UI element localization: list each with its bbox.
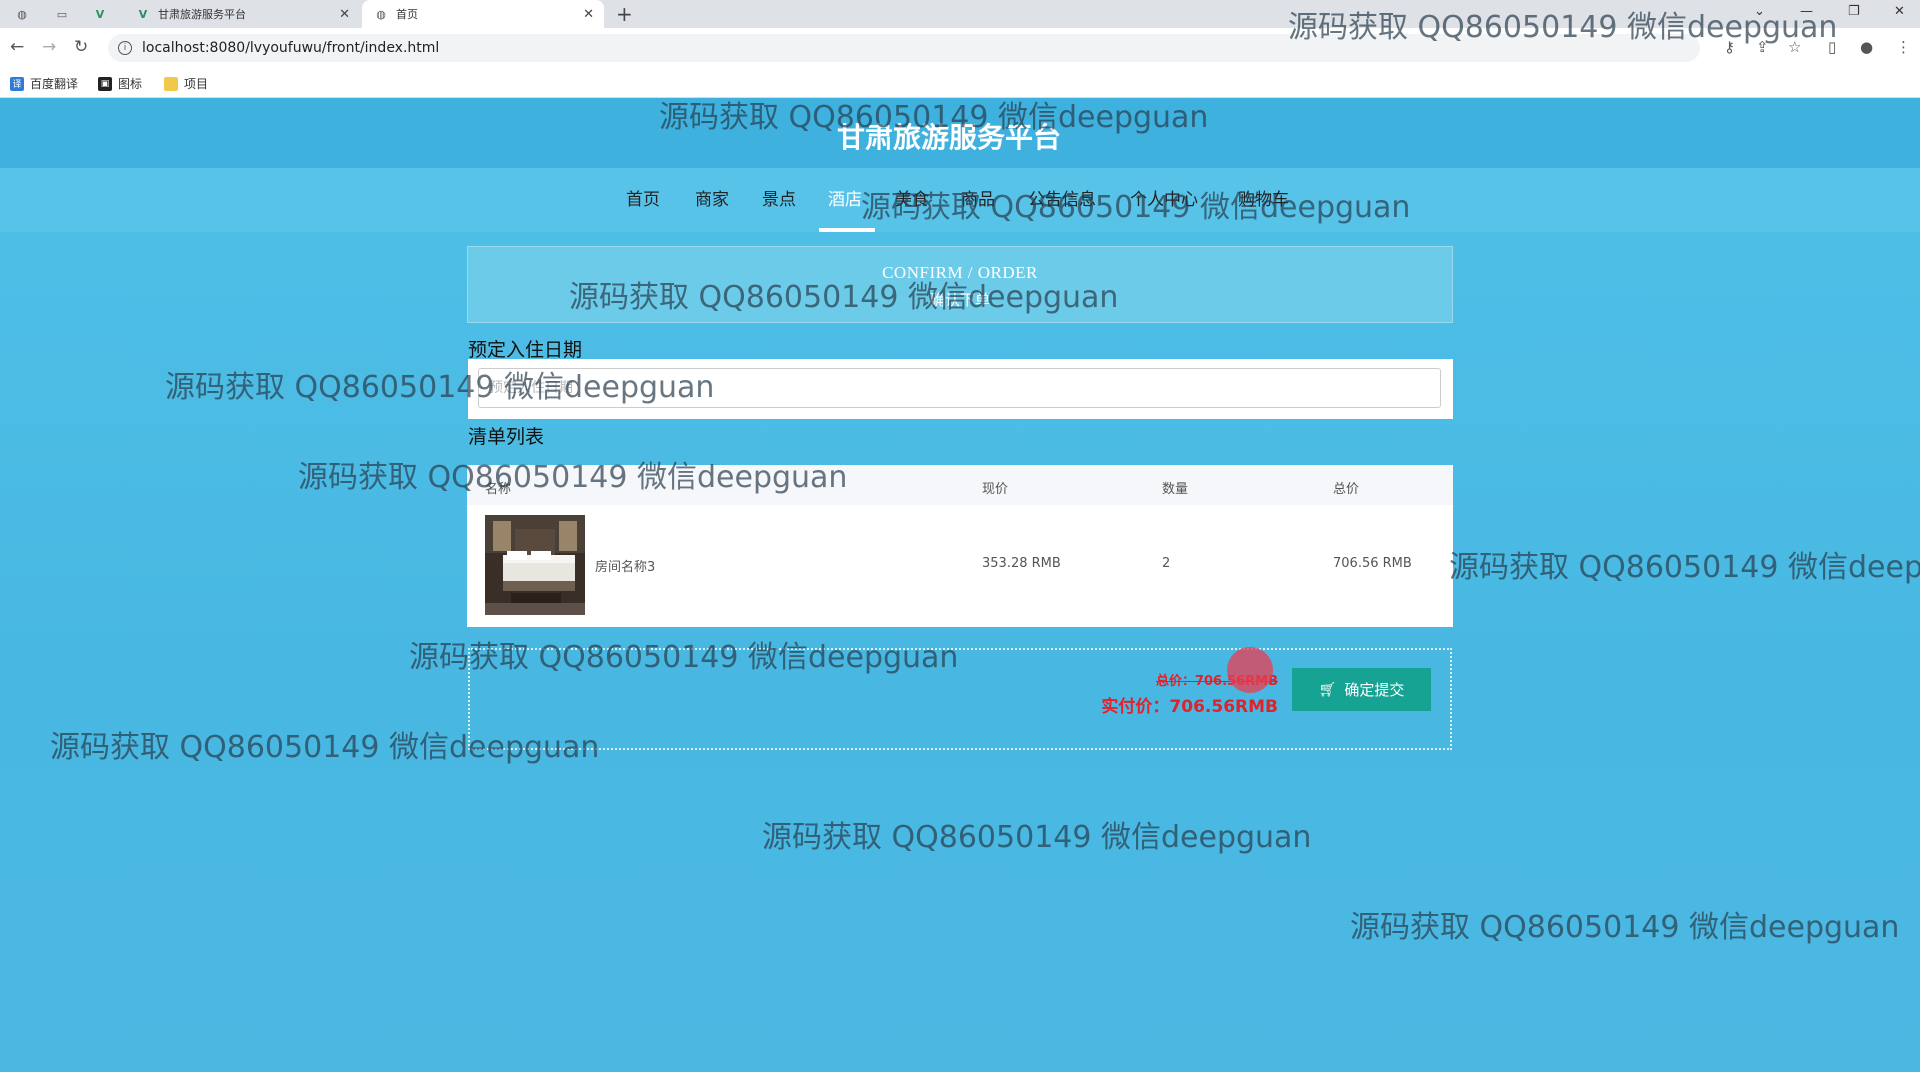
nav-attractions[interactable]: 景点 [762,185,796,210]
submit-order-button[interactable]: 🛒︎ 确定提交 [1292,668,1431,711]
profile-icon[interactable]: ● [1860,38,1873,56]
actual-price: 实付价：706.56RMB [1101,697,1278,717]
room-price: 353.28 RMB [982,556,1061,571]
blank-tab-icon[interactable]: ▭ [54,6,70,22]
info-icon[interactable]: i [118,41,132,55]
url-text: localhost:8080/lvyoufuwu/front/index.htm… [142,40,440,56]
nav-home[interactable]: 首页 [626,185,660,210]
restore-icon[interactable]: ❐ [1848,4,1860,19]
tab-title: 首页 [396,8,418,21]
close-icon[interactable]: ✕ [583,7,594,22]
vue-logo-icon: V [138,7,148,21]
room-qty: 2 [1162,556,1171,571]
bookmark-icons[interactable]: ▣ 图标 [98,75,142,92]
window-close-icon[interactable]: ✕ [1894,4,1905,19]
translate-icon: 译 [10,76,24,91]
new-tab-plus-icon[interactable]: + [616,2,633,26]
bookmark-label: 项目 [184,77,209,91]
tab-gansu-platform[interactable]: V 甘肃旅游服务平台 ✕ [124,0,360,28]
cart-icon: 🛒︎ [1318,681,1337,698]
header-qty: 数量 [1162,482,1189,497]
watermark: 源码获取 QQ86050149 微信deepguan [861,190,1411,225]
globe-icon: ◍ [376,7,386,21]
globe-icon[interactable]: ◍ [14,6,30,22]
folder-icon [164,76,178,91]
watermark: 源码获取 QQ86050149 微信deepguan [409,640,959,675]
bookmark-baidu-translate[interactable]: 译 百度翻译 [10,75,78,92]
tab-title: 甘肃旅游服务平台 [158,8,246,21]
watermark: 源码获取 QQ86050149 微信deepguan [50,730,600,765]
back-arrow-icon[interactable]: ← [10,37,24,57]
date-label: 预定入住日期 [468,339,583,361]
close-icon[interactable]: ✕ [339,7,350,22]
watermark: 源码获取 QQ86050149 微信deepguan [1350,910,1900,945]
header-price: 现价 [982,482,1009,497]
watermark: 源码获取 QQ86050149 微信deepguan [298,460,848,495]
bookmark-label: 百度翻译 [30,77,79,91]
forward-arrow-icon[interactable]: → [42,37,56,57]
nav-hotels[interactable]: 酒店 [828,185,862,210]
watermark: 源码获取 QQ86050149 微信deepguan [659,100,1209,135]
nav-merchants[interactable]: 商家 [695,185,729,210]
watermark: 源码获取 QQ86050149 微信deepguan [165,370,715,405]
click-indicator [1227,647,1273,693]
watermark: 源码获取 QQ86050149 微信deepguan [569,280,1119,315]
submit-label: 确定提交 [1344,681,1405,699]
nav-active-indicator [819,228,875,232]
hotel-room-image [485,515,585,615]
watermark: 源码获取 QQ86050149 微信deepguan [1449,550,1920,585]
tab-home[interactable]: ◍ 首页 ✕ [362,0,604,28]
list-label: 清单列表 [468,426,545,448]
room-name: 房间名称3 [595,560,656,575]
reload-icon[interactable]: ↻ [74,37,88,57]
bookmark-projects[interactable]: 项目 [164,75,208,92]
vue-tab-icon[interactable]: V [92,6,108,22]
watermark: 源码获取 QQ86050149 微信deepguan [762,820,1312,855]
room-thumbnail [485,515,585,615]
room-total: 706.56 RMB [1333,556,1412,571]
image-icon: ▣ [98,76,112,91]
header-total: 总价 [1333,482,1360,497]
bookmark-label: 图标 [118,77,143,91]
watermark: 源码获取 QQ86050149 微信deepguan [1288,10,1838,45]
menu-dots-icon[interactable]: ⋮ [1896,38,1911,56]
